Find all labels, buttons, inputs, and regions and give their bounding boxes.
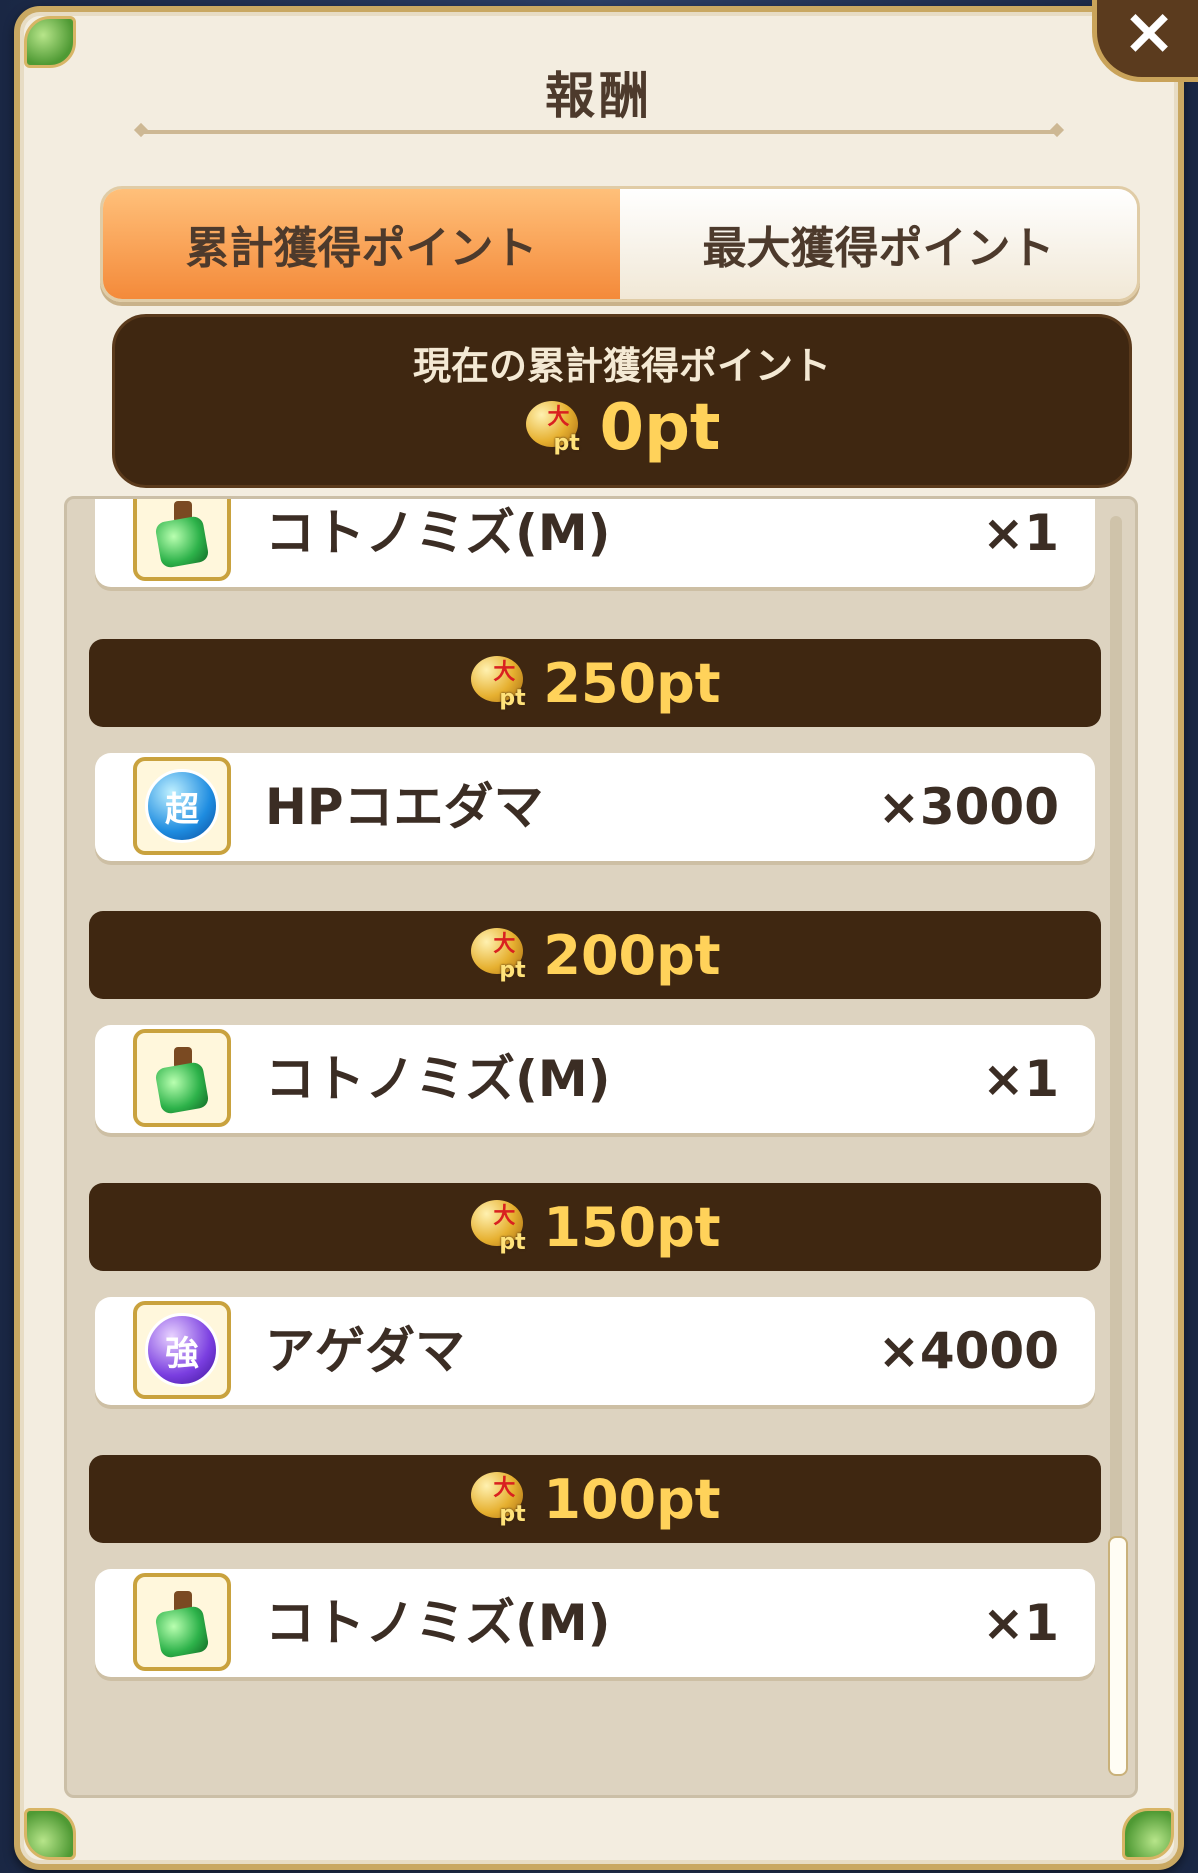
reward-tier-header: 大 pt 100pt	[89, 1455, 1101, 1543]
reward-row: コトノミズ(M) ×1	[95, 1025, 1095, 1133]
current-points-number: 0pt	[599, 391, 721, 465]
reward-item-name: コトノミズ(M)	[265, 504, 611, 562]
reward-tier-header: 大 pt 150pt	[89, 1183, 1101, 1271]
leaf-ornament-icon	[24, 1808, 76, 1860]
current-points-label: 現在の累計獲得ポイント	[412, 344, 831, 388]
current-points-value: 大 pt 0pt	[115, 391, 1129, 465]
title-divider	[140, 130, 1058, 134]
reward-row: コトノミズ(M) ×1	[95, 1569, 1095, 1677]
dialog-title: 報酬	[545, 67, 653, 125]
pt-coin-icon: 大 pt	[469, 924, 531, 986]
pt-coin-icon: 大 pt	[524, 397, 586, 459]
reward-item-name: アゲダマ	[265, 1322, 465, 1380]
reward-item-qty: ×3000	[877, 778, 1059, 836]
pt-coin-icon: 大 pt	[469, 652, 531, 714]
reward-tier-header: 大 pt 250pt	[89, 639, 1101, 727]
kotonomizu-potion-icon	[133, 1573, 231, 1671]
reward-tier-header: 大 pt 200pt	[89, 911, 1101, 999]
tier-points: 150pt	[543, 1195, 721, 1259]
tier-points: 200pt	[543, 923, 721, 987]
reward-row: 強 アゲダマ ×4000	[95, 1297, 1095, 1405]
reward-item-qty: ×1	[982, 504, 1059, 562]
kotonomizu-potion-icon	[133, 499, 231, 581]
kyou-orb-icon: 強	[133, 1301, 231, 1399]
reward-item-qty: ×4000	[877, 1322, 1059, 1380]
reward-item-qty: ×1	[982, 1050, 1059, 1108]
tier-points: 250pt	[543, 651, 721, 715]
tab-max-points[interactable]: 最大獲得ポイント	[620, 189, 1137, 299]
reward-item-name: HPコエダマ	[265, 778, 544, 836]
reward-row: 超 HPコエダマ ×3000	[95, 753, 1095, 861]
pt-coin-icon: 大 pt	[469, 1468, 531, 1530]
pt-coin-icon: 大 pt	[469, 1196, 531, 1258]
tab-cumulative-points[interactable]: 累計獲得ポイント	[103, 189, 620, 299]
scrollbar-thumb[interactable]	[1108, 1536, 1128, 1776]
reward-row: コトノミズ(M) ×1	[95, 499, 1095, 587]
current-points-panel: 現在の累計獲得ポイント 大 pt 0pt	[112, 314, 1132, 488]
tier-points: 100pt	[543, 1467, 721, 1531]
kotonomizu-potion-icon	[133, 1029, 231, 1127]
reward-list[interactable]: コトノミズ(M) ×1 大 pt 250pt 超 HPコエダマ ×3000 大 pt…	[64, 496, 1138, 1798]
chou-orb-icon: 超	[133, 757, 231, 855]
reward-item-qty: ×1	[982, 1594, 1059, 1652]
leaf-ornament-icon	[1122, 1808, 1174, 1860]
tab-bar: 累計獲得ポイント 最大獲得ポイント	[100, 186, 1140, 302]
reward-item-name: コトノミズ(M)	[265, 1594, 611, 1652]
reward-item-name: コトノミズ(M)	[265, 1050, 611, 1108]
